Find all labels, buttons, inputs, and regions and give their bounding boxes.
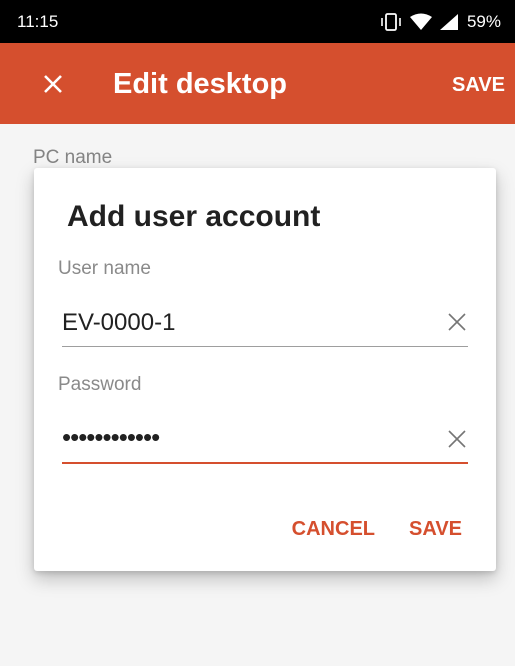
username-value[interactable]: EV-0000-1 (62, 309, 175, 337)
username-field[interactable]: EV-0000-1 (62, 301, 468, 347)
password-field[interactable]: •••••••••••• (62, 418, 468, 464)
app-save-button[interactable]: SAVE (452, 74, 505, 97)
clear-icon (448, 313, 466, 331)
add-user-dialog: Add user account User name EV-0000-1 Pas… (34, 168, 496, 571)
close-button[interactable] (34, 65, 72, 103)
signal-icon (439, 14, 458, 30)
password-underline (62, 462, 468, 464)
screen: 11:15 59% Edit desktop SAVE PC name Add … (0, 0, 515, 666)
password-label: Password (58, 374, 142, 395)
dialog-title: Add user account (67, 200, 321, 233)
app-bar: Edit desktop SAVE (0, 43, 515, 124)
status-icons: 59% (379, 12, 501, 32)
vibrate-icon (381, 13, 401, 31)
dialog-save-button[interactable]: SAVE (409, 518, 462, 541)
battery-percent: 59% (466, 12, 501, 31)
cancel-button[interactable]: CANCEL (292, 518, 375, 541)
dialog-actions: CANCEL SAVE (258, 518, 462, 541)
close-icon (44, 75, 62, 93)
status-bar: 11:15 59% (0, 0, 515, 43)
password-value[interactable]: •••••••••••• (62, 422, 160, 453)
clear-username-button[interactable] (446, 311, 468, 333)
username-underline (62, 346, 468, 347)
clear-icon (448, 430, 466, 448)
wifi-icon (409, 13, 432, 30)
status-time: 11:15 (17, 12, 59, 31)
clear-password-button[interactable] (446, 428, 468, 450)
page-title: Edit desktop (113, 68, 288, 100)
username-label: User name (58, 258, 151, 279)
